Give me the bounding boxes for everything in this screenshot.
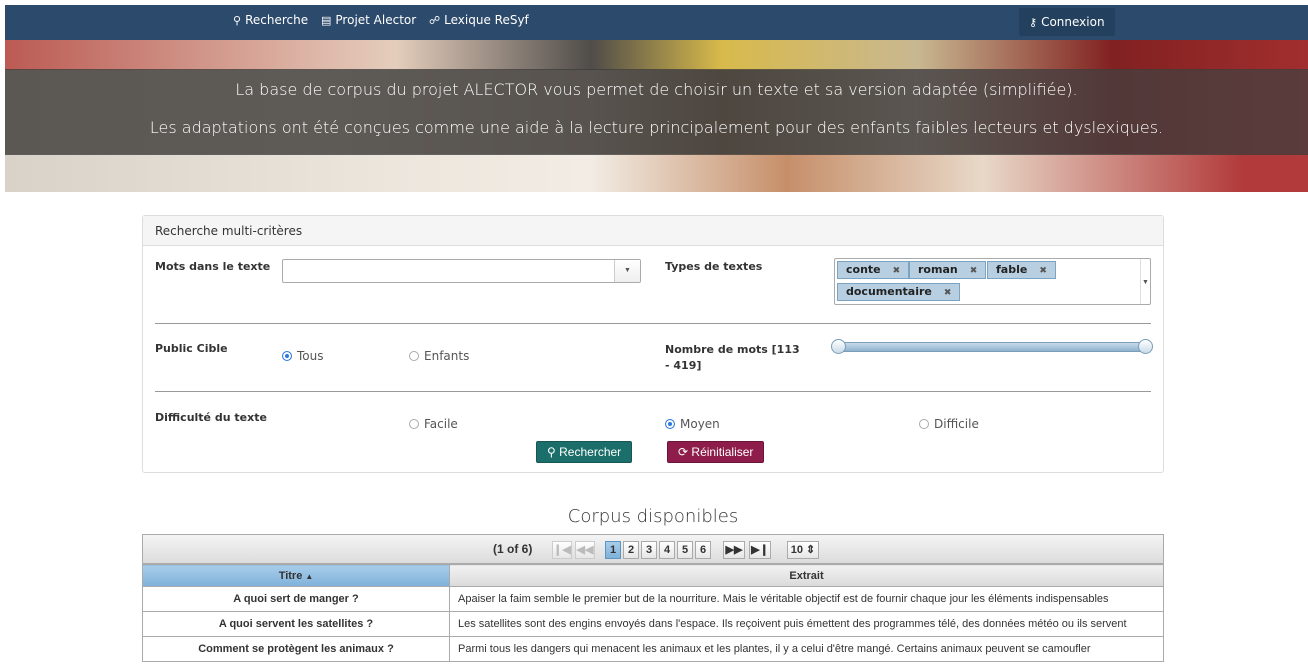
words-label: Mots dans le texte: [155, 260, 271, 273]
page-1-button[interactable]: 1: [605, 541, 621, 559]
search-panel: Recherche multi-critères Mots dans le te…: [142, 215, 1164, 473]
type-tag: conte ✖: [837, 261, 910, 279]
audience-radio-children[interactable]: Enfants: [409, 349, 469, 363]
nav-search-label: Recherche: [245, 13, 309, 27]
first-page-button[interactable]: ❙◀: [552, 541, 572, 559]
page-6-button[interactable]: 6: [695, 541, 711, 559]
page-3-button[interactable]: 3: [641, 541, 657, 559]
difficulty-option-label: Facile: [424, 417, 458, 431]
radio-checked-icon: [282, 351, 292, 361]
panel-title: Recherche multi-critères: [143, 216, 1163, 246]
column-header-excerpt: Extrait: [449, 564, 1164, 587]
column-header-title[interactable]: Titre ▲: [142, 564, 450, 587]
reset-button-label: Réinitialiser: [691, 445, 754, 459]
divider: [155, 391, 1151, 392]
nav-lexicon-link[interactable]: ☍ Lexique ReSyf: [429, 5, 529, 40]
page-2-button[interactable]: 2: [623, 541, 639, 559]
banner-photo-top: [5, 40, 1308, 70]
row-title: Comment se protègent les animaux ?: [142, 636, 450, 662]
search-icon: ⚲: [233, 14, 242, 27]
row-excerpt: Les satellites sont des engins envoyés d…: [449, 611, 1164, 637]
link-icon: ☍: [429, 14, 441, 27]
types-multiselect[interactable]: conte ✖ roman ✖ fable ✖ documentaire ✖ ▼: [834, 258, 1151, 305]
newspaper-icon: ▤: [321, 14, 332, 27]
banner-photo-bottom: [5, 154, 1308, 192]
types-label: Types de textes: [665, 260, 763, 273]
table-row[interactable]: A quoi sert de manger ? Apaiser la faim …: [142, 586, 1164, 612]
column-header-label: Titre: [278, 569, 303, 582]
login-label: Connexion: [1041, 15, 1105, 29]
column-header-label: Extrait: [789, 569, 824, 582]
radio-unchecked-icon: [919, 419, 929, 429]
type-tag-label: roman: [918, 263, 958, 276]
nav-project-link[interactable]: ▤ Projet Alector: [321, 5, 416, 40]
chevron-down-icon[interactable]: ▼: [1140, 259, 1150, 304]
banner-text-2: Les adaptations ont été conçues comme un…: [149, 118, 1164, 137]
wordcount-range-slider[interactable]: [831, 339, 1153, 354]
paginator: (1 of 6) ❙◀ ◀◀ 1 2 3 4 5 6 ▶▶ ▶❙ 10 ⇕: [142, 534, 1164, 564]
row-excerpt: Parmi tous les dangers qui menacent les …: [449, 636, 1164, 662]
next-page-button[interactable]: ▶▶: [723, 541, 745, 559]
table-row[interactable]: A quoi servent les satellites ? Les sate…: [142, 611, 1164, 637]
search-icon: ⚲: [547, 445, 556, 459]
divider: [155, 323, 1151, 324]
difficulty-option-label: Difficile: [934, 417, 979, 431]
audience-label: Public Cible: [155, 342, 228, 355]
page-5-button[interactable]: 5: [677, 541, 693, 559]
table-row[interactable]: Comment se protègent les animaux ? Parmi…: [142, 636, 1164, 662]
remove-tag-icon[interactable]: ✖: [970, 266, 978, 276]
prev-page-button[interactable]: ◀◀: [575, 541, 595, 559]
difficulty-radio-easy[interactable]: Facile: [409, 417, 458, 431]
radio-unchecked-icon: [409, 419, 419, 429]
search-button[interactable]: ⚲ Rechercher: [536, 441, 633, 463]
row-excerpt: Apaiser la faim semble le premier but de…: [449, 586, 1164, 612]
sort-ascending-icon: ▲: [305, 571, 314, 581]
reset-button[interactable]: ⟳ Réinitialiser: [667, 441, 765, 463]
nav-search-link[interactable]: ⚲ Recherche: [233, 5, 308, 40]
hero-banner: La base de corpus du projet ALECTOR vous…: [5, 40, 1308, 192]
type-tag: fable ✖: [987, 261, 1056, 279]
remove-tag-icon[interactable]: ✖: [944, 288, 952, 298]
rows-per-page-value: 10: [790, 544, 803, 556]
wordcount-label: Nombre de mots [113 - 419]: [665, 343, 800, 372]
rows-per-page-select[interactable]: 10 ⇕: [787, 541, 819, 559]
last-page-button[interactable]: ▶❙: [749, 541, 771, 559]
type-tag: documentaire ✖: [837, 283, 961, 301]
remove-tag-icon[interactable]: ✖: [893, 266, 901, 276]
remove-tag-icon[interactable]: ✖: [1039, 266, 1047, 276]
page-info: (1 of 6): [493, 542, 533, 556]
audience-radio-all[interactable]: Tous: [282, 349, 324, 363]
difficulty-radio-hard[interactable]: Difficile: [919, 417, 979, 431]
key-icon: ⚷: [1029, 16, 1038, 29]
slider-max-handle[interactable]: [1138, 339, 1153, 354]
nav-project-label: Projet Alector: [335, 13, 417, 27]
banner-text-1: La base de corpus du projet ALECTOR vous…: [235, 80, 1078, 99]
refresh-icon: ⟳: [678, 445, 689, 459]
radio-checked-icon: [665, 419, 675, 429]
type-tag-label: conte: [846, 263, 881, 276]
page-4-button[interactable]: 4: [659, 541, 675, 559]
login-link[interactable]: ⚷ Connexion: [1019, 8, 1115, 36]
corpus-title: Corpus disponibles: [567, 506, 739, 527]
difficulty-option-label: Moyen: [680, 417, 720, 431]
difficulty-label: Difficulté du texte: [155, 411, 267, 424]
slider-min-handle[interactable]: [831, 339, 846, 354]
row-title: A quoi servent les satellites ?: [142, 611, 450, 637]
type-tag-label: fable: [996, 263, 1028, 276]
audience-option-label: Enfants: [424, 349, 470, 363]
type-tag-label: documentaire: [846, 285, 932, 298]
chevron-down-icon[interactable]: ▼: [614, 260, 640, 282]
radio-unchecked-icon: [409, 351, 419, 361]
type-tag: roman ✖: [909, 261, 987, 279]
search-button-label: Rechercher: [559, 445, 622, 459]
row-title: A quoi sert de manger ?: [142, 586, 450, 612]
words-input[interactable]: ▼: [282, 259, 641, 283]
difficulty-radio-medium[interactable]: Moyen: [665, 417, 720, 431]
corpus-table: Titre ▲ Extrait A quoi sert de manger ? …: [142, 564, 1164, 662]
audience-option-label: Tous: [297, 349, 324, 363]
nav-lexicon-label: Lexique ReSyf: [444, 13, 529, 27]
top-navbar: ⚲ Recherche ▤ Projet Alector ☍ Lexique ReSy…: [5, 5, 1308, 40]
